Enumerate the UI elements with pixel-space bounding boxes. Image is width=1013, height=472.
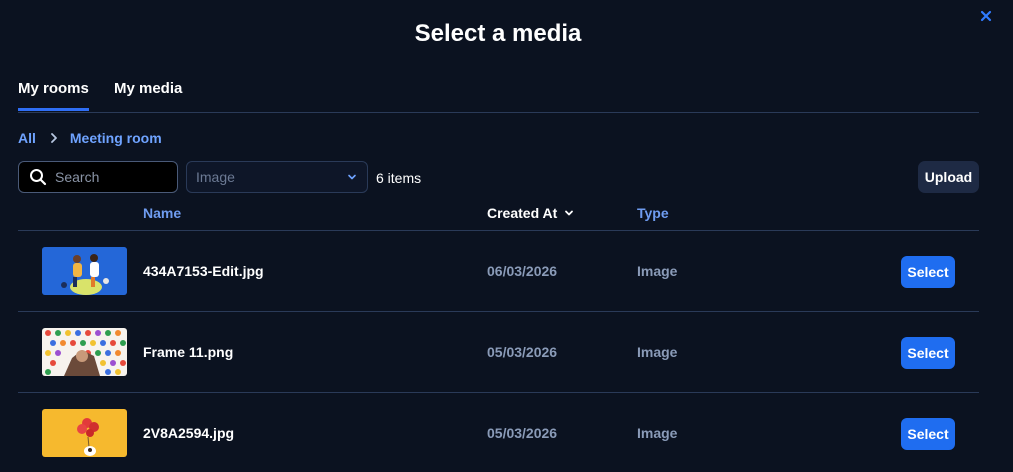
created-date: 05/03/2026 <box>487 425 558 441</box>
file-name: 2V8A2594.jpg <box>143 425 235 441</box>
tab-my-media[interactable]: My media <box>114 80 182 107</box>
select-button[interactable]: Select <box>901 256 955 288</box>
chevron-down-icon <box>348 174 356 180</box>
column-header-created-at[interactable]: Created At <box>487 205 574 221</box>
breadcrumb-item-all[interactable]: All <box>18 130 36 146</box>
table-row[interactable]: Frame 11.png 05/03/2026 Image Select <box>18 312 979 393</box>
column-header-created-at-label: Created At <box>487 205 558 221</box>
file-name: Frame 11.png <box>143 344 234 360</box>
thumbnail-image <box>42 328 127 376</box>
file-type: Image <box>637 344 678 360</box>
search-icon <box>30 169 47 186</box>
select-button[interactable]: Select <box>901 418 955 450</box>
thumbnail-image <box>42 409 127 457</box>
breadcrumb: All Meeting room <box>18 130 162 146</box>
created-date: 06/03/2026 <box>487 263 558 279</box>
column-header-name[interactable]: Name <box>143 205 181 221</box>
chevron-down-icon <box>565 210 574 216</box>
created-date: 05/03/2026 <box>487 344 558 360</box>
upload-button[interactable]: Upload <box>918 161 979 193</box>
table-row[interactable]: 2V8A2594.jpg 05/03/2026 Image Select <box>18 393 979 472</box>
type-filter-value: Image <box>196 169 235 185</box>
type-filter-select[interactable]: Image <box>186 161 368 193</box>
item-count: 6 items <box>376 170 422 186</box>
thumbnail-image <box>42 247 127 295</box>
file-type: Image <box>637 425 678 441</box>
column-header-type[interactable]: Type <box>637 205 669 221</box>
table-row[interactable]: 434A7153-Edit.jpg 06/03/2026 Image Selec… <box>18 231 979 312</box>
dialog-title: Select a media <box>414 20 582 47</box>
search-input[interactable] <box>55 169 165 185</box>
breadcrumb-item-meeting-room[interactable]: Meeting room <box>70 130 162 146</box>
tab-bar: My rooms My media <box>18 78 979 113</box>
select-button[interactable]: Select <box>901 337 955 369</box>
chevron-right-icon <box>50 133 58 143</box>
file-type: Image <box>637 263 678 279</box>
tab-my-rooms[interactable]: My rooms <box>18 80 89 111</box>
search-field[interactable] <box>18 161 178 193</box>
file-name: 434A7153-Edit.jpg <box>143 263 264 279</box>
